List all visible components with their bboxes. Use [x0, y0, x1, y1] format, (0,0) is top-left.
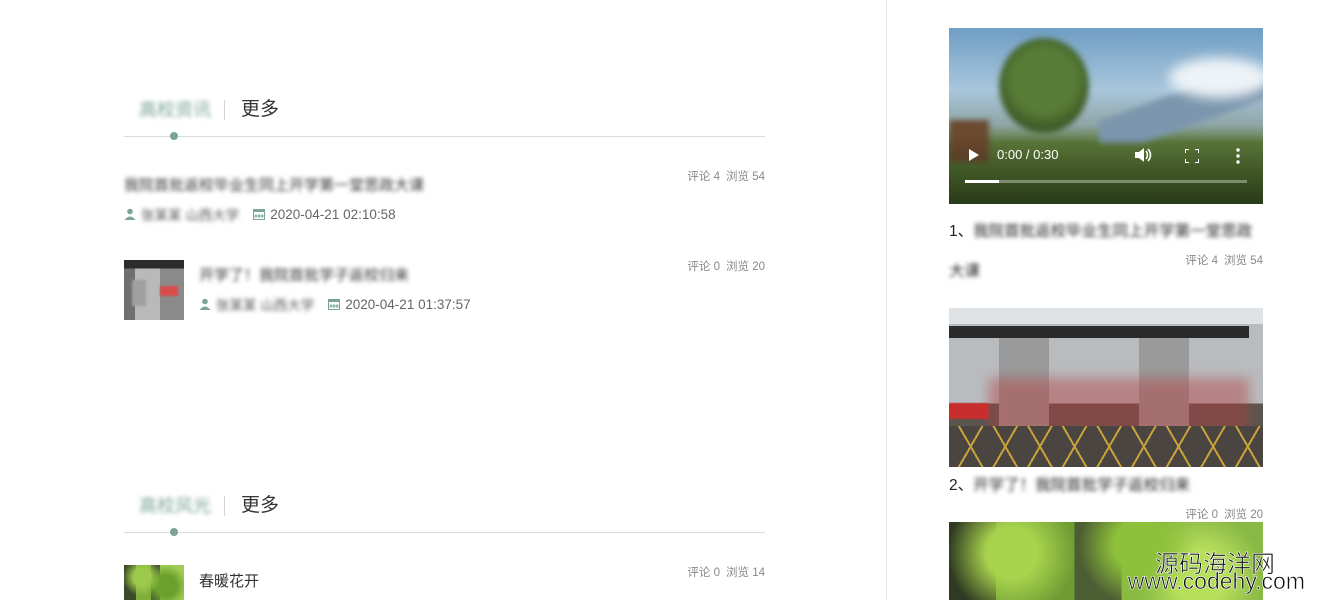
video-controls-shade: [949, 134, 1263, 204]
scenery-section: 高校风光 更多 春暖花开 评论 0 浏览 14: [124, 488, 765, 600]
side-item-title[interactable]: 2、开学了！我院首批学子返校归来: [949, 466, 1263, 506]
side-column: 0:00 / 0:30 1、我院首批返校毕业生同上开学第一堂思政大课 评论 4浏…: [887, 0, 1321, 600]
calendar-icon: [253, 209, 266, 220]
publish-date: 2020-04-21 02:10:58: [270, 206, 396, 222]
view-count: 浏览 54: [726, 171, 765, 183]
item-meta: 张某某 山西大学 2020-04-21 02:10:58: [124, 204, 396, 224]
user-icon: [199, 298, 211, 310]
side-item-number: 1、: [949, 223, 974, 240]
item-meta: 张某某 山西大学 2020-04-21 01:37:57: [199, 294, 471, 314]
video-progress-fill: [965, 180, 999, 183]
item-title[interactable]: 春暖花开: [199, 570, 259, 591]
fullscreen-icon[interactable]: [1185, 149, 1199, 163]
gate-banner: [949, 403, 989, 419]
video-progress-bar[interactable]: [965, 180, 1247, 183]
calendar-icon: [328, 299, 341, 310]
comment-count: 评论 0: [1185, 509, 1218, 521]
section-indicator-dot: [170, 132, 178, 140]
more-options-icon[interactable]: [1235, 148, 1241, 164]
video-player[interactable]: 0:00 / 0:30: [949, 28, 1263, 204]
more-link[interactable]: 更多: [241, 94, 279, 121]
view-count: 浏览 20: [1224, 509, 1263, 521]
list-item[interactable]: 春暖花开 评论 0 浏览 14: [124, 565, 765, 600]
user-icon: [124, 208, 136, 220]
item-thumbnail[interactable]: [124, 260, 184, 320]
video-time: 0:00 / 0:30: [997, 147, 1059, 162]
list-item[interactable]: 我院首批返校毕业生同上开学第一堂思政大课 评论 4 浏览 54 张某某 山西大学 …: [124, 168, 765, 223]
comment-count: 评论 4: [1185, 255, 1218, 267]
author-name: 张某某 山西大学: [216, 298, 315, 313]
comment-count: 评论 4: [687, 171, 720, 183]
view-count: 浏览 20: [726, 261, 765, 273]
more-link[interactable]: 更多: [241, 490, 279, 517]
section-indicator-dot: [170, 528, 178, 536]
watermark-url: www.codehy.com: [1127, 568, 1305, 595]
date-block: 2020-04-21 02:10:58: [253, 206, 396, 222]
section-header: 高校资讯 更多: [124, 92, 765, 140]
section-separator: [224, 496, 225, 516]
publish-date: 2020-04-21 01:37:57: [345, 296, 471, 312]
item-stats: 评论 0 浏览 20: [687, 258, 765, 274]
site-watermark: 源码海洋网 www.codehy.com: [1114, 544, 1321, 600]
section-title[interactable]: 高校风光: [139, 492, 211, 518]
list-item[interactable]: 开学了！我院首批学子返校归来 评论 0 浏览 20 张某某 山西大学 2020-0…: [124, 260, 765, 320]
news-section: 高校资讯 更多 我院首批返校毕业生同上开学第一堂思政大课 评论 4 浏览 54 张…: [124, 92, 765, 320]
section-separator: [224, 100, 225, 120]
item-stats: 评论 4 浏览 54: [687, 168, 765, 184]
main-column: 高校资讯 更多 我院首批返校毕业生同上开学第一堂思政大课 评论 4 浏览 54 张…: [0, 0, 886, 600]
comment-count: 评论 0: [687, 567, 720, 579]
side-item-number: 2、: [949, 477, 974, 494]
author-name: 张某某 山西大学: [141, 208, 240, 223]
volume-icon[interactable]: [1135, 148, 1153, 162]
section-header: 高校风光 更多: [124, 488, 765, 536]
gate-ground: [949, 426, 1263, 467]
section-title[interactable]: 高校资讯: [139, 96, 211, 122]
item-title[interactable]: 开学了！我院首批学子返校归来: [199, 264, 409, 285]
play-icon[interactable]: [969, 149, 979, 161]
item-title[interactable]: 我院首批返校毕业生同上开学第一堂思政大课: [124, 174, 424, 195]
gate-roof: [949, 326, 1249, 338]
view-count: 浏览 54: [1224, 255, 1263, 267]
side-item-image[interactable]: [949, 308, 1263, 467]
video-frame-tree: [999, 38, 1089, 133]
view-count: 浏览 14: [726, 567, 765, 579]
comment-count: 评论 0: [687, 261, 720, 273]
item-stats: 评论 0 浏览 14: [687, 564, 765, 580]
date-block: 2020-04-21 01:37:57: [328, 296, 471, 312]
side-item-stats: 评论 0 浏览 20: [1185, 506, 1263, 522]
video-frame-cloud: [1169, 58, 1263, 98]
item-thumbnail[interactable]: [124, 565, 184, 600]
side-item-text[interactable]: 开学了！我院首批学子返校归来: [973, 477, 1190, 494]
side-item-stats: 评论 4 浏览 54: [1185, 252, 1263, 268]
